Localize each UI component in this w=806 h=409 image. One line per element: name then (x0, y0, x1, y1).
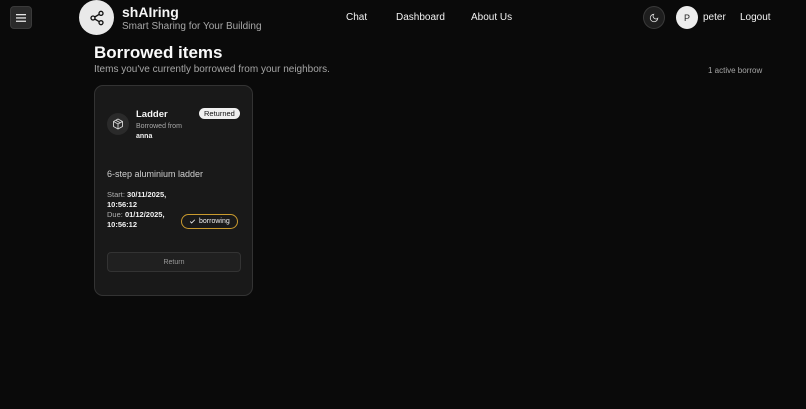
moon-icon (649, 13, 659, 22)
logo[interactable] (79, 0, 114, 35)
logout-link[interactable]: Logout (740, 12, 771, 23)
owner-name: anna (136, 133, 153, 140)
check-icon (189, 219, 196, 224)
due-label: Due: (107, 210, 123, 219)
menu-icon (16, 13, 26, 22)
borrow-dates: Start: 30/11/2025, 10:56:12 Due: 01/12/2… (107, 190, 187, 230)
avatar[interactable]: P (676, 6, 698, 29)
share-icon (89, 10, 104, 25)
nav-about-us[interactable]: About Us (471, 12, 512, 23)
menu-button[interactable] (10, 6, 32, 29)
item-name: Ladder (136, 109, 168, 120)
package-icon (113, 118, 123, 130)
borrowing-state-badge: borrowing (181, 214, 238, 229)
theme-toggle-button[interactable] (643, 6, 665, 29)
start-label: Start: (107, 190, 125, 199)
borrowed-from-label: Borrowed from (136, 123, 182, 130)
return-button[interactable]: Return (107, 252, 241, 272)
page-subtitle: Items you've currently borrowed from you… (94, 64, 330, 75)
borrowed-item-card: Ladder Returned Borrowed from anna 6-ste… (94, 85, 253, 296)
username: peter (703, 12, 726, 23)
nav-dashboard[interactable]: Dashboard (396, 12, 445, 23)
brand-title: shAIring (122, 4, 179, 20)
active-borrow-count: 1 active borrow (708, 66, 763, 75)
page-title: Borrowed items (94, 43, 223, 62)
status-badge: Returned (199, 108, 240, 119)
brand-subtitle: Smart Sharing for Your Building (122, 21, 262, 32)
item-description: 6-step aluminium ladder (107, 169, 204, 179)
nav-chat[interactable]: Chat (346, 12, 367, 23)
item-icon-wrapper (107, 113, 129, 135)
borrowing-state-label: borrowing (199, 218, 230, 225)
